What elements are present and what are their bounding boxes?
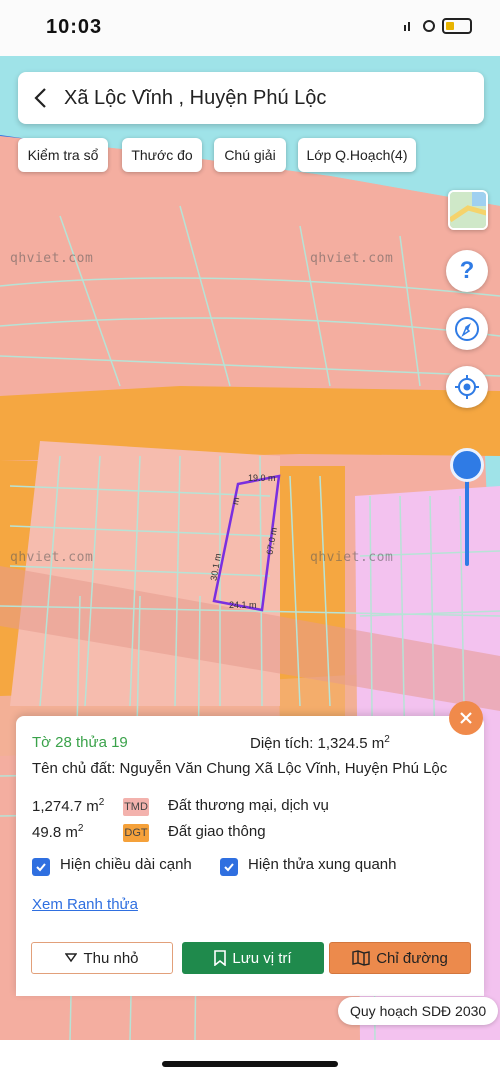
check-icon [36, 863, 46, 872]
help-button[interactable]: ? [446, 250, 488, 292]
map-type-thumbnail[interactable] [448, 190, 488, 230]
home-indicator[interactable] [162, 1061, 338, 1067]
help-icon: ? [459, 257, 475, 284]
watermark: qhviet.com [310, 251, 394, 266]
plan-layer-label[interactable]: Quy hoạch SDĐ 2030 [338, 997, 499, 1025]
use-name-tmd: Đất thương mại, dịch vụ [168, 797, 329, 814]
bookmark-icon [214, 950, 227, 966]
chip-measure[interactable]: Thước đo [122, 138, 202, 172]
back-icon[interactable] [18, 72, 64, 124]
chevron-down-icon [65, 953, 78, 963]
signal-icon [404, 22, 410, 31]
directions-label: Chỉ đường [376, 949, 448, 967]
watermark: qhviet.com [310, 550, 394, 565]
save-location-button[interactable]: Lưu vị trí [182, 942, 324, 974]
collapse-label: Thu nhỏ [83, 949, 139, 967]
checkbox-edge-lengths[interactable] [32, 858, 50, 876]
sheet-parcel: Tờ 28 thửa 19 [32, 734, 128, 751]
chip-legend[interactable]: Chú giải [214, 138, 286, 172]
status-icons [402, 18, 472, 34]
use-area-dgt: 49.8 m2 [32, 823, 84, 841]
chip-check-book[interactable]: Kiểm tra sổ [18, 138, 108, 172]
check-icon [224, 863, 234, 872]
battery-icon [442, 18, 472, 34]
measure-top: 19.0 m [248, 473, 276, 483]
use-code-badge-tmd: TMD [123, 798, 149, 816]
locate-button[interactable] [446, 366, 488, 408]
location-header: Xã Lộc Vĩnh , Huyện Phú Lộc [18, 72, 484, 124]
close-icon [460, 712, 472, 724]
status-bar: 10:03 [0, 0, 500, 56]
opacity-slider-thumb[interactable] [450, 448, 484, 482]
measure-bottom: 24.1 m [229, 600, 257, 610]
status-time: 10:03 [46, 16, 103, 38]
map-icon [352, 950, 370, 966]
compass-icon [455, 317, 479, 341]
home-bar [0, 1040, 500, 1080]
compass-button[interactable] [446, 308, 488, 350]
use-area-tmd: 1,274.7 m2 [32, 797, 105, 815]
save-location-label: Lưu vị trí [232, 949, 292, 967]
use-code-badge-dgt: DGT [123, 824, 149, 842]
close-panel-button[interactable] [449, 701, 483, 735]
directions-button[interactable]: Chỉ đường [329, 942, 471, 974]
location-title: Xã Lộc Vĩnh , Huyện Phú Lộc [64, 86, 327, 109]
checkbox-neighbor-parcels-label[interactable]: Hiện thửa xung quanh [248, 856, 396, 873]
collapse-button[interactable]: Thu nhỏ [31, 942, 173, 974]
locate-icon [455, 375, 479, 399]
view-boundary-link[interactable]: Xem Ranh thửa [32, 896, 138, 913]
chip-plan-layers[interactable]: Lớp Q.Hoạch(4) [298, 138, 416, 172]
measure-upper-left: m [230, 496, 242, 506]
use-name-dgt: Đất giao thông [168, 823, 266, 840]
watermark: qhviet.com [10, 251, 94, 266]
watermark: qhviet.com [10, 550, 94, 565]
checkbox-neighbor-parcels[interactable] [220, 858, 238, 876]
parcel-area: Diện tích: 1,324.5 m2 [250, 734, 390, 752]
checkbox-edge-lengths-label[interactable]: Hiện chiều dài cạnh [60, 856, 192, 873]
owner-name: Tên chủ đất: Nguyễn Văn Chung Xã Lộc Vĩn… [32, 760, 448, 777]
wifi-icon [423, 20, 435, 32]
